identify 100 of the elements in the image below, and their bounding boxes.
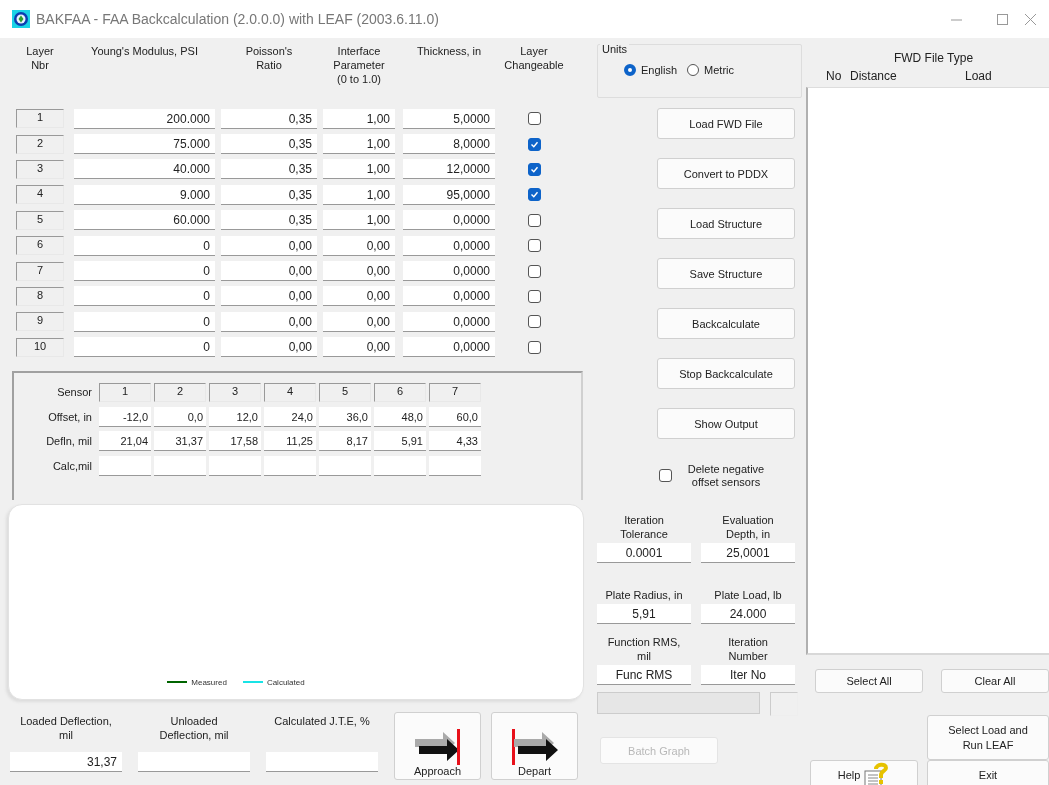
deflection-field[interactable]: 31,37 <box>10 751 122 772</box>
layer-changeable-checkbox[interactable] <box>527 315 541 329</box>
depart-button[interactable]: Depart <box>491 711 578 780</box>
calculated-deflection-field[interactable] <box>429 455 481 476</box>
interface-parameter-field[interactable]: 0,00 <box>323 337 395 358</box>
poisson-ratio-field[interactable]: 0,35 <box>221 108 317 129</box>
list-button[interactable]: Select All <box>815 669 923 693</box>
deflection-field[interactable] <box>266 751 378 772</box>
thickness-field[interactable]: 0,0000 <box>403 235 495 256</box>
parameter-field[interactable]: Func RMS <box>597 665 691 685</box>
interface-parameter-field[interactable]: 0,00 <box>323 235 395 256</box>
modulus-field[interactable]: 0 <box>74 311 215 332</box>
thickness-field[interactable]: 0,0000 <box>403 261 495 282</box>
interface-parameter-field[interactable]: 1,00 <box>323 210 395 231</box>
action-button[interactable]: Backcalculate <box>657 308 795 339</box>
layer-changeable-checkbox[interactable] <box>527 137 541 151</box>
action-button[interactable]: Load FWD File <box>657 108 795 139</box>
layer-changeable-checkbox[interactable] <box>527 188 541 202</box>
action-button[interactable]: Load Structure <box>657 208 795 239</box>
help-button[interactable]: Help <box>810 760 918 785</box>
offset-field[interactable]: 12,0 <box>209 406 261 427</box>
window-title: BAKFAA - FAA Backcalculation (2.0.0.0) with LEAF (2003.6.11.0) <box>36 11 439 27</box>
thickness-field[interactable]: 0,0000 <box>403 210 495 231</box>
list-button[interactable]: Clear All <box>941 669 1049 693</box>
deflection-field[interactable]: 5,91 <box>374 431 426 452</box>
deflection-field[interactable]: 11,25 <box>264 431 316 452</box>
select-load-button[interactable]: Select Load and Run LEAF <box>927 715 1049 760</box>
thickness-field[interactable]: 95,0000 <box>403 184 495 205</box>
layer-changeable-checkbox[interactable] <box>527 264 541 278</box>
offset-field[interactable]: 48,0 <box>374 406 426 427</box>
modulus-field[interactable]: 75.000 <box>74 134 215 155</box>
interface-parameter-field[interactable]: 0,00 <box>323 311 395 332</box>
delete-negative-checkbox[interactable] <box>659 469 672 482</box>
action-button[interactable]: Stop Backcalculate <box>657 358 795 389</box>
offset-field[interactable]: 24,0 <box>264 406 316 427</box>
calculated-deflection-field[interactable] <box>99 455 151 476</box>
poisson-ratio-field[interactable]: 0,00 <box>221 337 317 358</box>
offset-field[interactable]: 60,0 <box>429 406 481 427</box>
deflection-field[interactable]: 17,58 <box>209 431 261 452</box>
poisson-ratio-field[interactable]: 0,00 <box>221 261 317 282</box>
offset-field[interactable]: -12,0 <box>99 406 151 427</box>
modulus-field[interactable]: 0 <box>74 261 215 282</box>
calculated-deflection-field[interactable] <box>154 455 206 476</box>
offset-field[interactable]: 36,0 <box>319 406 371 427</box>
approach-button[interactable]: Approach <box>394 711 481 780</box>
calculated-deflection-field[interactable] <box>374 455 426 476</box>
parameter-field[interactable]: 0.0001 <box>597 543 691 563</box>
modulus-field[interactable]: 0 <box>74 286 215 307</box>
calculated-deflection-field[interactable] <box>319 455 371 476</box>
action-button[interactable]: Convert to PDDX <box>657 158 795 189</box>
modulus-field[interactable]: 60.000 <box>74 210 215 231</box>
action-button[interactable]: Save Structure <box>657 258 795 289</box>
thickness-field[interactable]: 0,0000 <box>403 337 495 358</box>
poisson-ratio-field[interactable]: 0,00 <box>221 286 317 307</box>
thickness-field[interactable]: 5,0000 <box>403 108 495 129</box>
calculated-deflection-field[interactable] <box>209 455 261 476</box>
layer-changeable-checkbox[interactable] <box>527 239 541 253</box>
deflection-field[interactable]: 4,33 <box>429 431 481 452</box>
deflection-field[interactable] <box>138 751 250 772</box>
poisson-ratio-field[interactable]: 0,35 <box>221 134 317 155</box>
deflection-field[interactable]: 21,04 <box>99 431 151 452</box>
interface-parameter-field[interactable]: 1,00 <box>323 134 395 155</box>
layer-changeable-checkbox[interactable] <box>527 289 541 303</box>
parameter-field[interactable]: 25,0001 <box>701 543 795 563</box>
deflection-field[interactable]: 8,17 <box>319 431 371 452</box>
interface-parameter-field[interactable]: 1,00 <box>323 108 395 129</box>
modulus-field[interactable]: 9.000 <box>74 184 215 205</box>
interface-parameter-field[interactable]: 0,00 <box>323 261 395 282</box>
layer-changeable-checkbox[interactable] <box>527 213 541 227</box>
poisson-ratio-field[interactable]: 0,35 <box>221 210 317 231</box>
offset-field[interactable]: 0,0 <box>154 406 206 427</box>
deflection-field[interactable]: 31,37 <box>154 431 206 452</box>
interface-parameter-field[interactable]: 1,00 <box>323 184 395 205</box>
modulus-field[interactable]: 200.000 <box>74 108 215 129</box>
parameter-field[interactable]: 5,91 <box>597 604 691 624</box>
close-icon <box>1025 13 1036 25</box>
layer-changeable-checkbox[interactable] <box>527 112 541 126</box>
legend-label: Calculated <box>266 677 305 687</box>
calculated-deflection-field[interactable] <box>264 455 316 476</box>
exit-button[interactable]: Exit <box>927 760 1049 785</box>
layer-changeable-checkbox[interactable] <box>527 340 541 354</box>
modulus-field[interactable]: 40.000 <box>74 159 215 180</box>
poisson-ratio-field[interactable]: 0,35 <box>221 159 317 180</box>
radio-button[interactable]: English <box>624 64 678 76</box>
modulus-field[interactable]: 0 <box>74 235 215 256</box>
layer-changeable-checkbox[interactable] <box>527 162 541 176</box>
thickness-field[interactable]: 0,0000 <box>403 311 495 332</box>
parameter-field[interactable]: 24.000 <box>701 604 795 624</box>
thickness-field[interactable]: 12,0000 <box>403 159 495 180</box>
action-button[interactable]: Show Output <box>657 408 795 439</box>
poisson-ratio-field[interactable]: 0,00 <box>221 311 317 332</box>
interface-parameter-field[interactable]: 0,00 <box>323 286 395 307</box>
interface-parameter-field[interactable]: 1,00 <box>323 159 395 180</box>
thickness-field[interactable]: 0,0000 <box>403 286 495 307</box>
modulus-field[interactable]: 0 <box>74 337 215 358</box>
poisson-ratio-field[interactable]: 0,35 <box>221 184 317 205</box>
thickness-field[interactable]: 8,0000 <box>403 134 495 155</box>
poisson-ratio-field[interactable]: 0,00 <box>221 235 317 256</box>
parameter-field[interactable]: Iter No <box>701 665 795 685</box>
radio-button[interactable]: Metric <box>687 64 735 76</box>
